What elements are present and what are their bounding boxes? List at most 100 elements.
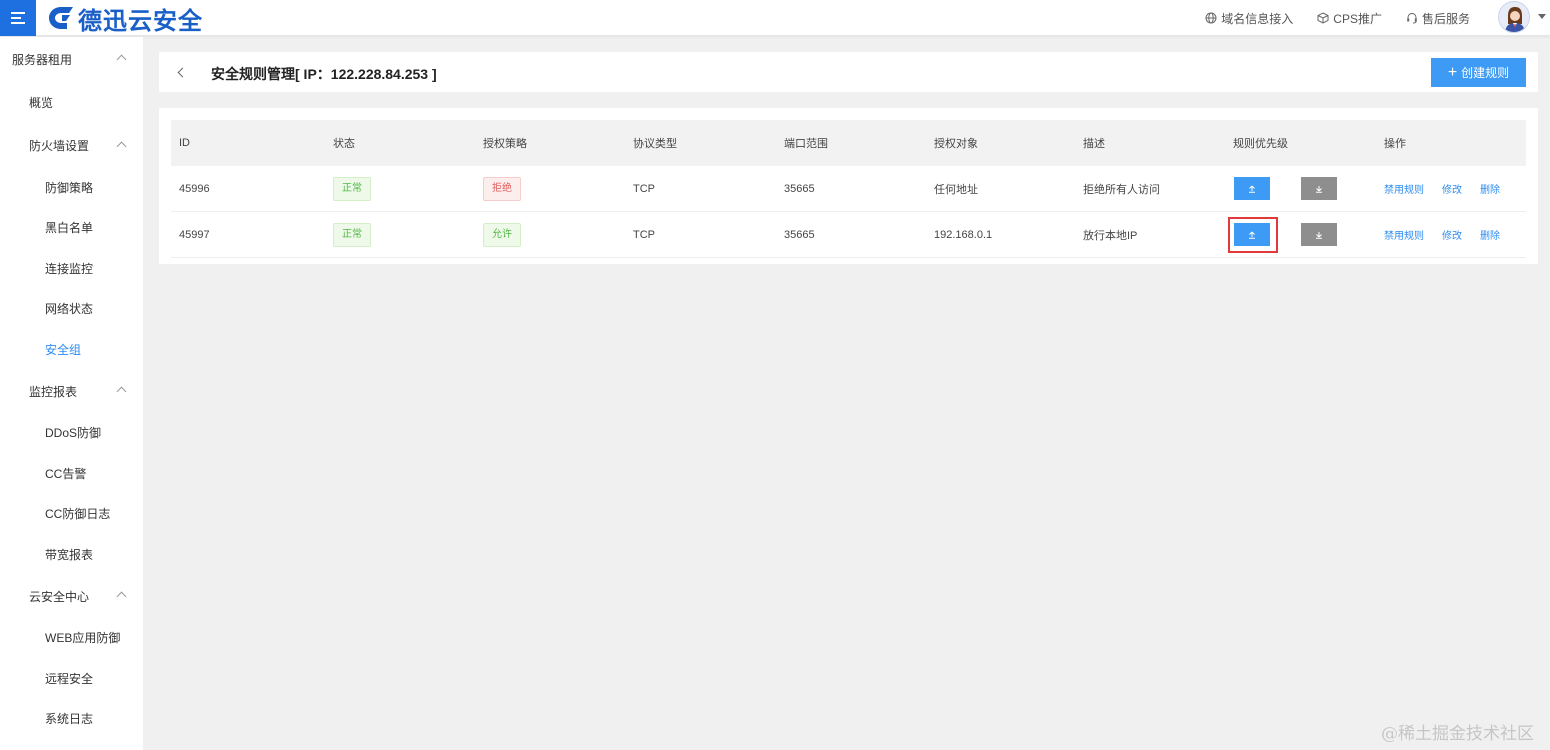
sidebar-item-label: 系统日志: [45, 712, 94, 727]
sidebar-item-overview[interactable]: 概览: [0, 81, 143, 124]
cell-actions: 禁用规则 修改 删除: [1384, 212, 1518, 257]
sidebar-group-monitor-report[interactable]: 监控报表: [0, 370, 143, 413]
sidebar-item-label: 远程安全: [45, 671, 94, 686]
header-target: 授权对象: [934, 138, 978, 150]
header-priority: 规则优先级: [1233, 138, 1288, 150]
sidebar-item-label: 安全组: [45, 342, 82, 357]
cell-status: 正常: [333, 166, 371, 211]
priority-down-button[interactable]: [1301, 223, 1337, 246]
rules-table-card: ID 状态 授权策略 协议类型 端口范围 授权对象 描述 规则优先级 操作 45…: [159, 108, 1538, 264]
delete-rule-link[interactable]: 删除: [1480, 227, 1500, 242]
create-rule-button[interactable]: + 创建规则: [1431, 58, 1526, 87]
sidebar-item-label: 监控报表: [29, 384, 78, 399]
after-sales-label: 售后服务: [1421, 11, 1470, 26]
cell-target: 任何地址: [934, 183, 978, 196]
priority-down-button[interactable]: [1301, 177, 1337, 200]
header-port-range: 端口范围: [784, 138, 828, 150]
sidebar-item-security-group[interactable]: 安全组: [0, 329, 143, 370]
menu-toggle-button[interactable]: [0, 0, 36, 36]
chevron-up-icon: [116, 386, 127, 397]
page-title: 安全规则管理[ IP：122.228.84.253 ]: [211, 66, 437, 82]
sidebar-item-label: 黑白名单: [45, 221, 94, 236]
sidebar-group-firewall[interactable]: 防火墙设置: [0, 124, 143, 167]
sidebar-item-label: 概览: [29, 96, 54, 110]
header-description: 描述: [1083, 138, 1105, 150]
page-header: 安全规则管理[ IP：122.228.84.253 ] + 创建规则: [159, 52, 1538, 92]
sidebar-group-server-rental[interactable]: 服务器租用: [0, 37, 143, 81]
sidebar-item-system-log[interactable]: 系统日志: [0, 699, 143, 740]
policy-badge: 允许: [483, 222, 521, 247]
edit-rule-link[interactable]: 修改: [1442, 227, 1462, 242]
globe-icon: [1205, 12, 1217, 24]
user-avatar[interactable]: [1498, 1, 1530, 33]
policy-badge: 拒绝: [483, 176, 521, 201]
sidebar-item-ddos-defense[interactable]: DDoS防御: [0, 413, 143, 454]
priority-controls: [1228, 217, 1337, 253]
header-status: 状态: [333, 138, 355, 150]
chevron-up-icon: [116, 141, 127, 151]
cell-target: 192.168.0.1: [934, 228, 993, 241]
priority-up-button[interactable]: [1228, 217, 1278, 253]
sidebar-item-label: 防御策略: [45, 180, 94, 195]
status-badge: 正常: [333, 222, 371, 247]
cell-description: 放行本地IP: [1083, 229, 1138, 242]
cell-id: 45997: [179, 228, 210, 241]
brand-name: 德迅云安全: [78, 6, 203, 35]
cps-promo-link[interactable]: CPS推广: [1317, 10, 1382, 27]
sidebar-item-label: 服务器租用: [12, 52, 73, 67]
headset-icon: [1407, 12, 1417, 24]
sidebar-item-remote-security[interactable]: 远程安全: [0, 658, 143, 699]
after-sales-link[interactable]: 售后服务: [1406, 10, 1470, 27]
sidebar-item-label: 云安全中心: [29, 589, 90, 604]
sidebar-item-label: 网络状态: [45, 302, 94, 317]
sidebar-item-label: DDoS防御: [45, 426, 102, 441]
brand-logo[interactable]: 德迅云安全: [48, 4, 203, 35]
back-arrow-icon[interactable]: [175, 66, 187, 78]
top-bar: 德迅云安全 域名信息接入 CPS推广 售后服务: [0, 0, 1550, 36]
cell-policy: 允许: [483, 212, 521, 257]
sidebar-item-bandwidth-report[interactable]: 带宽报表: [0, 534, 143, 575]
sidebar-item-defense-policy[interactable]: 防御策略: [0, 167, 143, 208]
sidebar-group-cloud-security[interactable]: 云安全中心: [0, 575, 143, 618]
cell-protocol: TCP: [633, 228, 655, 241]
watermark: @稀土掘金技术社区: [1381, 724, 1534, 744]
chevron-up-icon: [116, 54, 127, 65]
domain-info-link[interactable]: 域名信息接入: [1205, 10, 1293, 27]
priority-up-button[interactable]: [1234, 177, 1270, 200]
cell-policy: 拒绝: [483, 166, 521, 211]
user-menu-caret-icon[interactable]: [1538, 14, 1546, 19]
plus-icon: +: [1447, 63, 1458, 81]
sidebar-item-connection-monitor[interactable]: 连接监控: [0, 248, 143, 289]
status-badge: 正常: [333, 176, 371, 201]
disable-rule-link[interactable]: 禁用规则: [1384, 227, 1424, 242]
arrow-down-icon: [1316, 185, 1322, 193]
cell-id: 45996: [179, 182, 210, 195]
cps-promo-label: CPS推广: [1333, 11, 1382, 26]
edit-rule-link[interactable]: 修改: [1442, 181, 1462, 196]
domain-info-label: 域名信息接入: [1221, 11, 1294, 26]
disable-rule-link[interactable]: 禁用规则: [1384, 181, 1424, 196]
cube-icon: [1317, 12, 1329, 24]
sidebar: 服务器租用 概览 防火墙设置 防御策略 黑白名单 连接监控 网络状态 安全组 监…: [0, 37, 143, 750]
cell-status: 正常: [333, 212, 371, 257]
sidebar-item-blackwhite-list[interactable]: 黑白名单: [0, 208, 143, 249]
avatar-icon: [1499, 2, 1529, 32]
header-policy: 授权策略: [483, 138, 527, 150]
chevron-up-icon: [116, 591, 127, 602]
logo-icon: [49, 7, 73, 29]
delete-rule-link[interactable]: 删除: [1480, 181, 1500, 196]
sidebar-item-cc-alert[interactable]: CC告警: [0, 453, 143, 494]
arrow-up-icon: [1249, 185, 1255, 193]
sidebar-item-label: CC告警: [45, 466, 87, 481]
sidebar-item-label: 防火墙设置: [29, 139, 90, 153]
arrow-up-icon: [1249, 231, 1255, 239]
arrow-down-icon: [1316, 231, 1322, 239]
cell-port-range: 35665: [784, 182, 815, 195]
sidebar-item-network-status[interactable]: 网络状态: [0, 289, 143, 330]
rules-table: ID 状态 授权策略 协议类型 端口范围 授权对象 描述 规则优先级 操作 45…: [171, 120, 1526, 258]
sidebar-item-web-app-defense[interactable]: WEB应用防御: [0, 618, 143, 659]
cell-priority: [1233, 166, 1337, 211]
table-row: 45997 正常 允许 TCP 35665 192.168.0.1 放行本地IP: [171, 212, 1526, 258]
header-id: ID: [179, 137, 190, 149]
sidebar-item-cc-defense-log[interactable]: CC防御日志: [0, 494, 143, 535]
